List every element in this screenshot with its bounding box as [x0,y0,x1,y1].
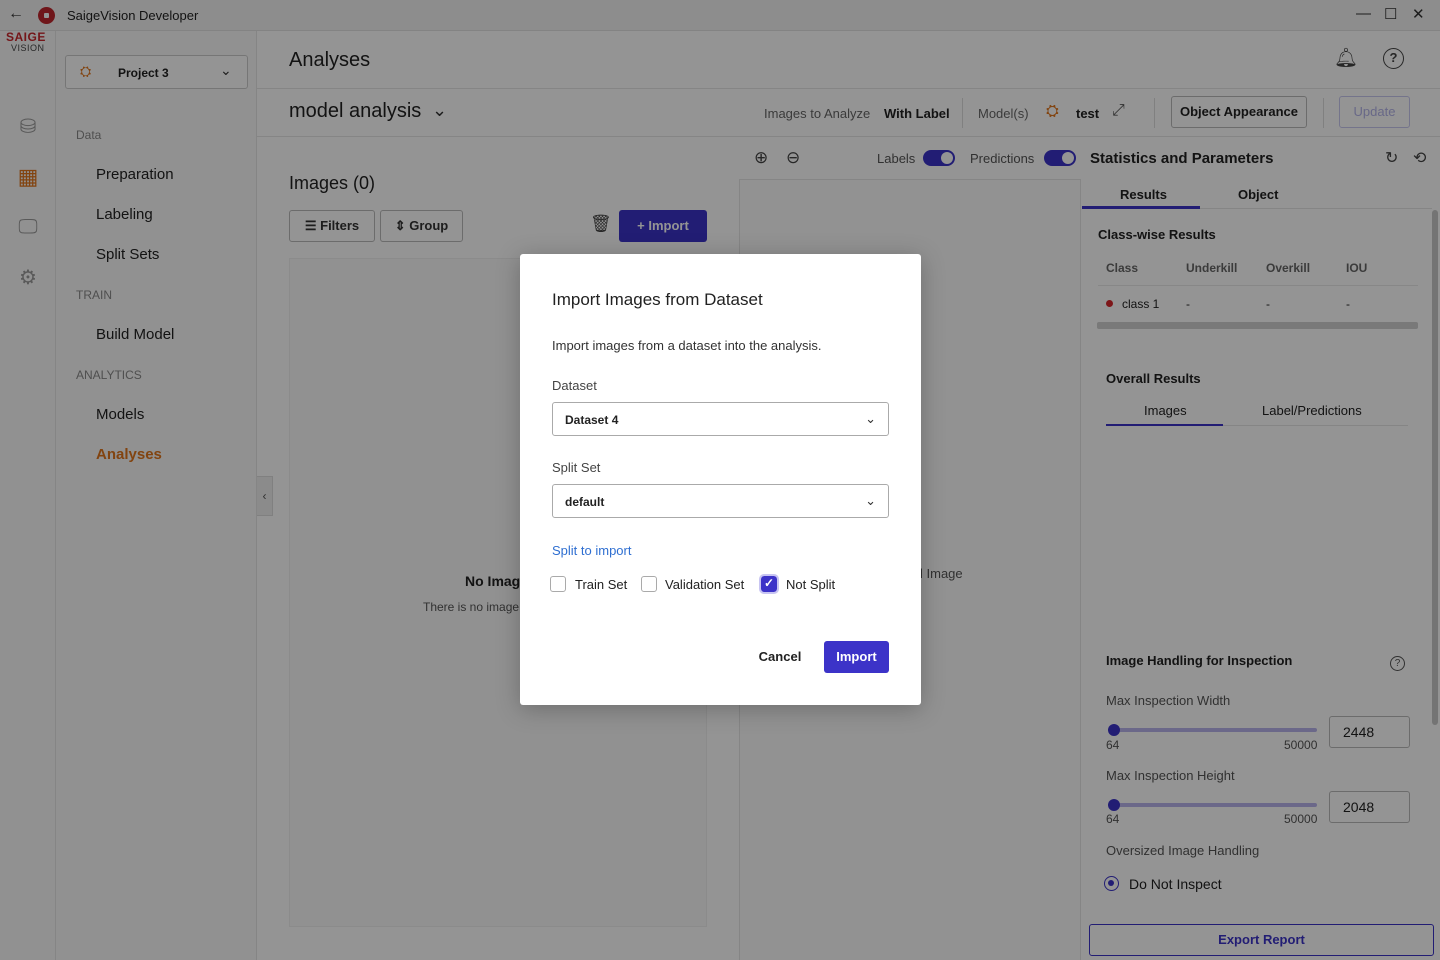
confirm-import-button[interactable]: Import [824,641,889,673]
validation-set-label[interactable]: Validation Set [665,577,744,592]
split-to-import-label: Split to import [552,543,632,558]
dataset-value: Dataset 4 [565,413,619,427]
dialog-title: Import Images from Dataset [552,290,763,309]
train-set-label[interactable]: Train Set [575,577,627,592]
not-split-label[interactable]: Not Split [786,577,835,592]
chevron-down-icon: ⌄ [865,493,876,508]
import-dialog [520,254,921,705]
split-set-value: default [565,495,605,509]
dataset-select[interactable]: Dataset 4 ⌄ [552,402,889,436]
validation-set-checkbox[interactable] [641,576,657,592]
split-set-label: Split Set [552,460,601,475]
not-split-checkbox[interactable] [759,574,779,594]
split-set-select[interactable]: default ⌄ [552,484,889,518]
train-set-checkbox[interactable] [550,576,566,592]
dataset-label: Dataset [552,378,597,393]
dialog-description: Import images from a dataset into the an… [552,338,822,353]
chevron-down-icon: ⌄ [865,411,876,426]
cancel-button[interactable]: Cancel [747,641,813,673]
